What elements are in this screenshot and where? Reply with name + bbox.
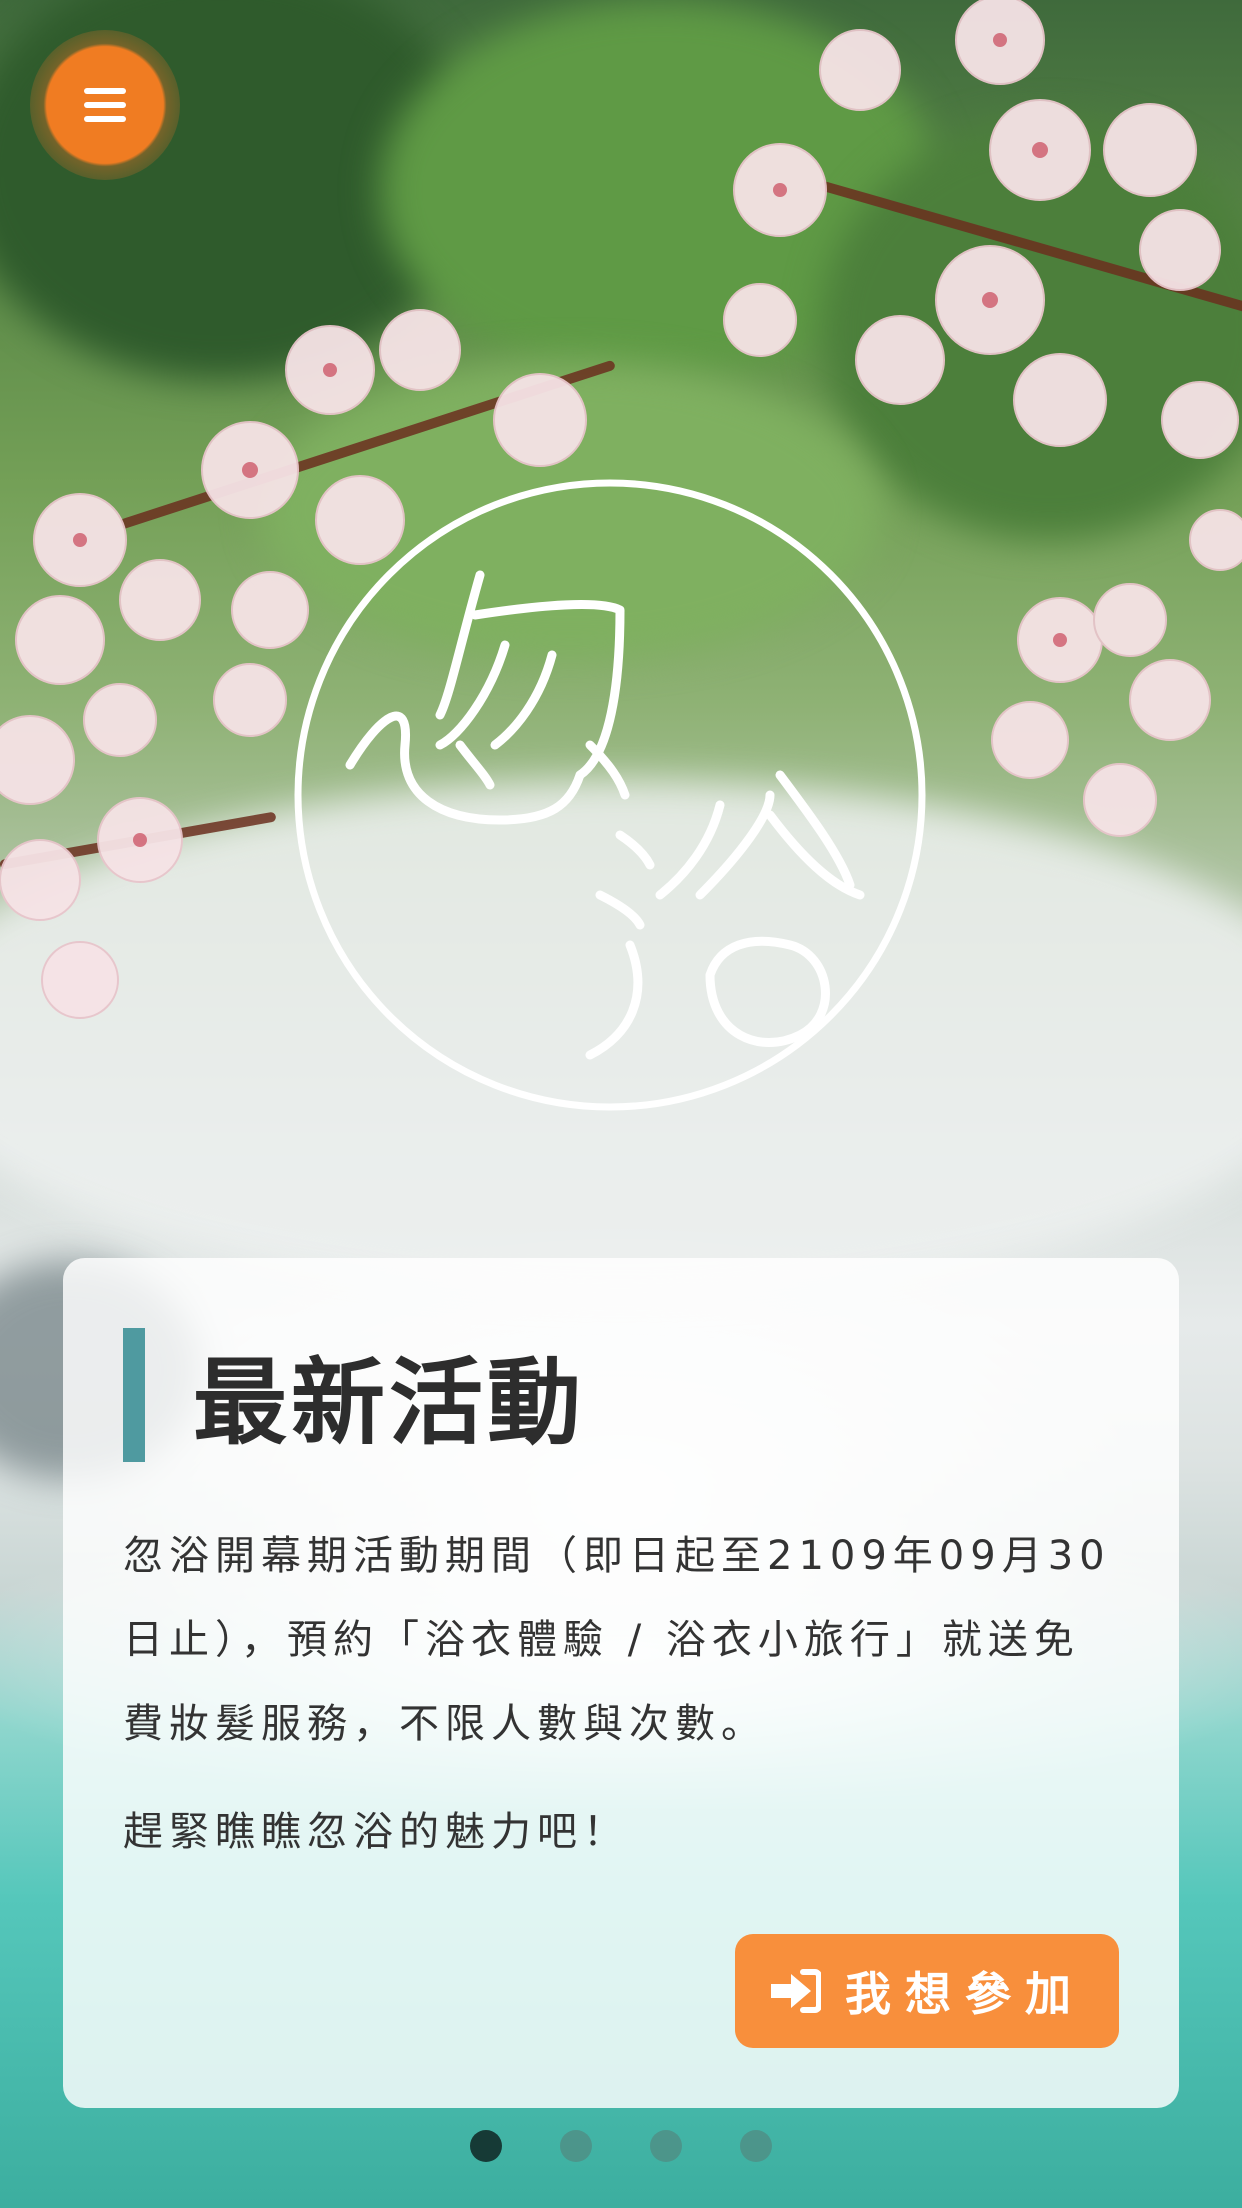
steam-bath-logo — [294, 479, 926, 1111]
news-paragraph-cta: 趕緊瞧瞧忽浴的魅力吧！ — [123, 1809, 629, 1855]
join-button-label: 我想參加 — [845, 1967, 1085, 2021]
carousel-dot-2[interactable] — [560, 2130, 592, 2162]
news-card: 最新活動 忽浴開幕期活動期間（即日起至2109年09月30日止），預約「浴衣體驗… — [63, 1258, 1179, 2108]
join-button[interactable]: 我想參加 — [735, 1934, 1119, 2048]
news-heading: 最新活動 — [123, 1328, 1119, 1462]
hamburger-menu-icon — [84, 88, 126, 122]
carousel-dot-4[interactable] — [740, 2130, 772, 2162]
carousel-dot-1[interactable] — [470, 2130, 502, 2162]
news-paragraph: 忽浴開幕期活動期間（即日起至2109年09月30日止），預約「浴衣體驗 / 浴衣… — [123, 1533, 1111, 1747]
title-accent-bar — [123, 1328, 145, 1462]
menu-button[interactable] — [30, 30, 180, 180]
news-title: 最新活動 — [193, 1348, 586, 1458]
sign-in-arrow-icon — [771, 1969, 821, 2013]
carousel-dot-3[interactable] — [650, 2130, 682, 2162]
carousel-pagination — [0, 2130, 1242, 2162]
